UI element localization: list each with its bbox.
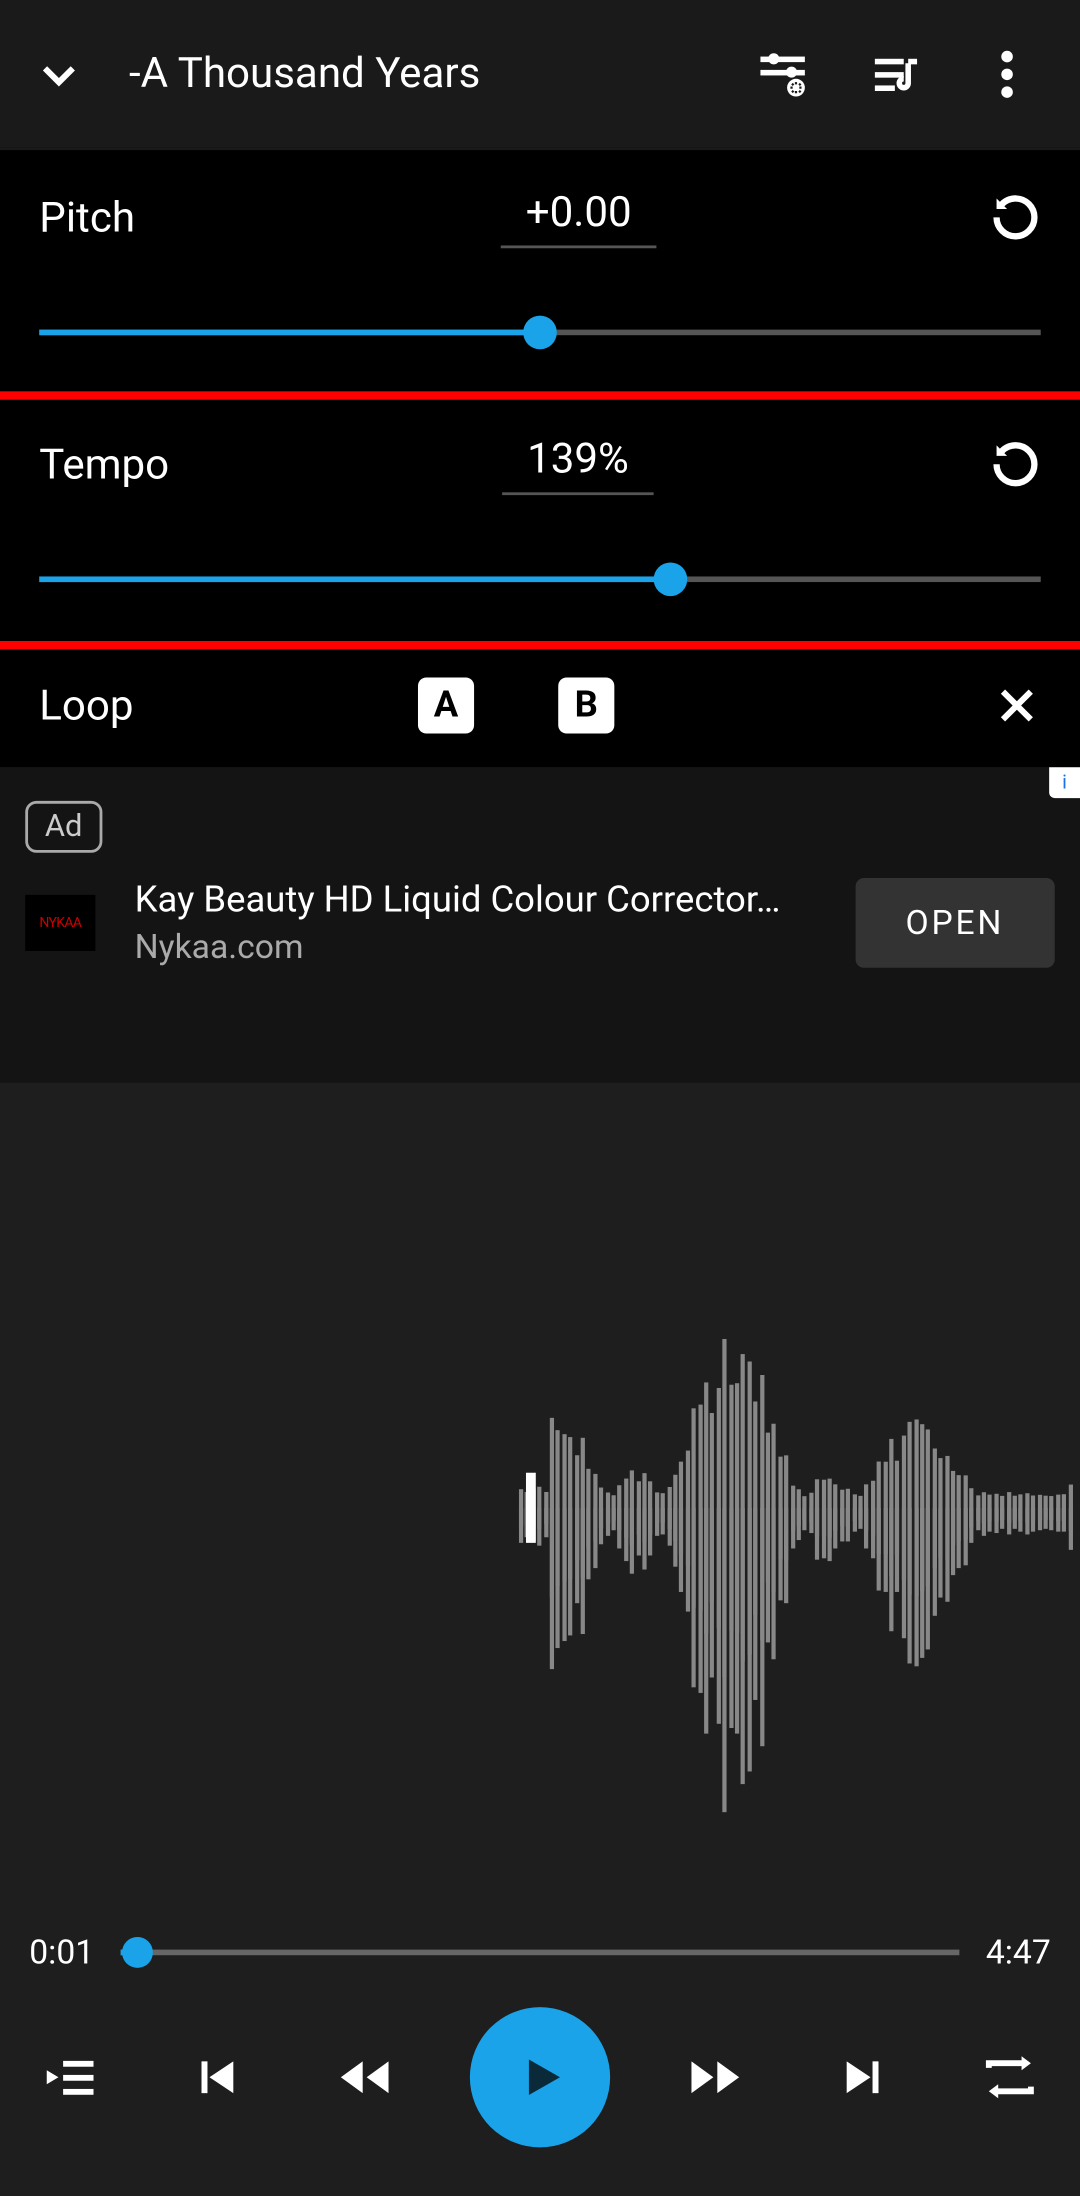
loop-a-button[interactable]: A [418,677,474,733]
ad-open-button[interactable]: OPEN [855,878,1055,968]
waveform-area[interactable] [0,1083,1080,1933]
loop-panel: Loop A B [0,641,1080,767]
more-menu-icon[interactable] [951,47,1063,100]
ad-title[interactable]: Kay Beauty HD Liquid Colour Corrector… [135,879,816,921]
playlist-icon[interactable] [839,47,951,100]
tempo-value-field[interactable]: 139% [502,434,654,494]
track-title: -A Thousand Years [101,49,727,98]
current-time: 0:01 [20,1933,104,1972]
ad-banner: i Ad NYKAA Kay Beauty HD Liquid Colour C… [0,767,1080,1083]
total-time: 4:47 [976,1933,1060,1972]
loop-label: Loop [39,681,334,730]
collapse-chevron-icon[interactable] [17,50,101,98]
rewind-button[interactable] [323,2053,407,2101]
repeat-icon[interactable] [968,2049,1052,2105]
previous-track-button[interactable] [175,2053,259,2101]
top-bar: -A Thousand Years [0,0,1080,147]
loop-close-button[interactable] [993,682,1041,730]
ad-thumbnail[interactable]: NYKAA [25,895,95,951]
fast-forward-button[interactable] [673,2053,757,2101]
tempo-reset-button[interactable] [990,439,1040,489]
next-track-button[interactable] [821,2053,905,2101]
ad-source: Nykaa.com [135,927,816,966]
playhead-indicator [526,1473,536,1543]
ad-badge: Ad [25,801,102,853]
queue-icon[interactable] [28,2049,112,2105]
play-button[interactable] [470,2007,610,2147]
pitch-panel: Pitch +0.00 [0,147,1080,394]
pitch-reset-button[interactable] [990,192,1040,242]
pitch-label: Pitch [39,193,334,242]
settings-sliders-icon[interactable] [727,47,839,100]
loop-b-button[interactable]: B [558,677,614,733]
tempo-panel: Tempo 139% [0,394,1080,641]
pitch-slider[interactable] [39,318,1040,346]
ad-info-icon[interactable]: i [1049,767,1080,798]
tempo-label: Tempo [39,440,334,489]
playback-controls [0,1986,1080,2196]
pitch-value-field[interactable]: +0.00 [500,187,656,247]
progress-slider[interactable] [121,1938,960,1966]
tempo-slider[interactable] [39,565,1040,593]
progress-row: 0:01 4:47 [0,1933,1080,1986]
